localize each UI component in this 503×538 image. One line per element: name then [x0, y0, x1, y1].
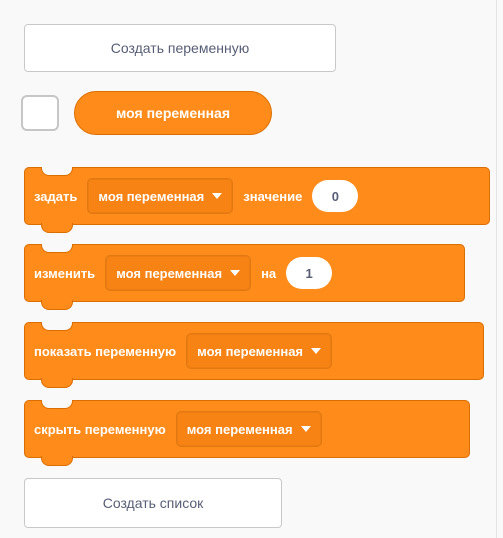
set-value-input[interactable]: 0 [312, 180, 359, 212]
caret-down-icon [212, 193, 223, 199]
create-list-button[interactable]: Создать список [24, 478, 282, 528]
change-block-label: изменить [34, 265, 96, 281]
caret-down-icon [300, 426, 311, 432]
create-variable-button[interactable]: Создать переменную [24, 24, 336, 72]
set-variable-block[interactable]: задать моя переменная значение 0 [24, 167, 490, 233]
change-value-input[interactable]: 1 [286, 257, 333, 289]
set-block-label: задать [34, 188, 78, 204]
change-variable-dropdown[interactable]: моя переменная [105, 255, 252, 291]
change-variable-block[interactable]: изменить моя переменная на 1 [24, 244, 465, 310]
palette-edge [496, 0, 497, 538]
hide-block-label: скрыть переменную [34, 421, 166, 437]
variable-reporter-block[interactable]: моя переменная [74, 91, 272, 135]
caret-down-icon [311, 348, 322, 354]
change-block-by-label: на [261, 265, 277, 281]
variables-palette: Создать переменную моя переменная задать… [0, 0, 503, 538]
show-variable-block[interactable]: показать переменную моя переменная [24, 322, 484, 388]
hide-variable-block[interactable]: скрыть переменную моя переменная [24, 400, 470, 466]
set-block-to-label: значение [243, 188, 303, 204]
change-variable-dropdown-label: моя переменная [116, 265, 223, 281]
variable-monitor-checkbox[interactable] [21, 95, 59, 131]
set-variable-dropdown[interactable]: моя переменная [87, 178, 234, 214]
hide-variable-dropdown-label: моя переменная [186, 421, 293, 437]
show-variable-dropdown-label: моя переменная [197, 343, 304, 359]
show-variable-dropdown[interactable]: моя переменная [186, 333, 333, 369]
caret-down-icon [230, 270, 241, 276]
set-variable-dropdown-label: моя переменная [98, 188, 205, 204]
show-block-label: показать переменную [34, 343, 177, 359]
hide-variable-dropdown[interactable]: моя переменная [175, 411, 322, 447]
